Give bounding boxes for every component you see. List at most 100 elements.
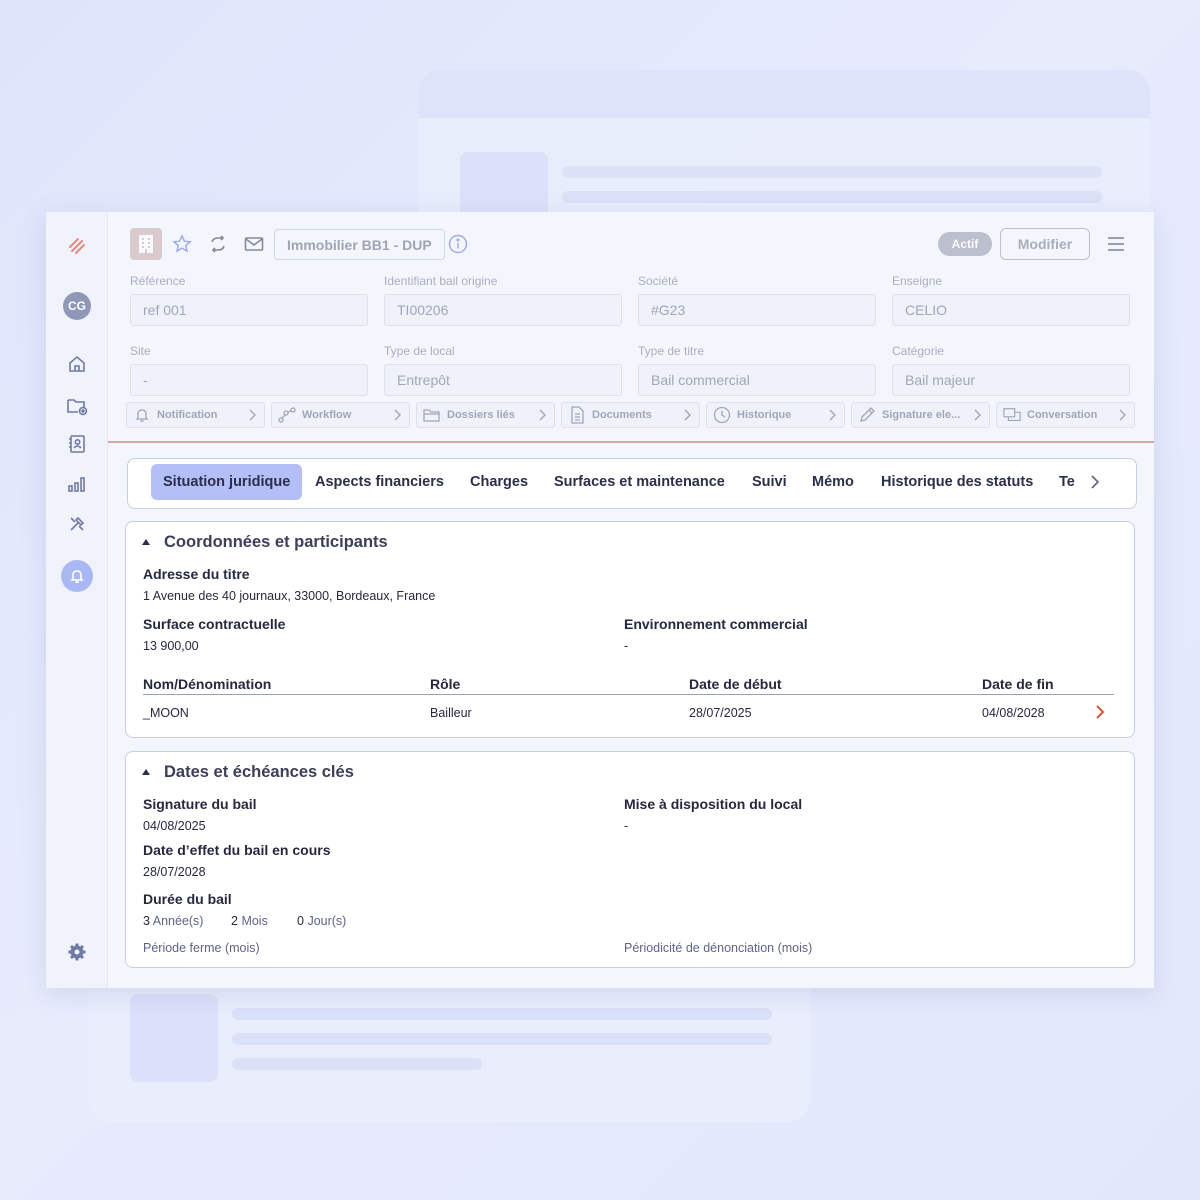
document-icon (568, 406, 586, 424)
dates-panel: Dates et échéances clés Signature du bai… (125, 751, 1135, 968)
record-title[interactable]: Immobilier BB1 - DUP (274, 229, 445, 260)
info-icon[interactable] (446, 232, 470, 256)
table-cell-name: _MOON (143, 706, 189, 720)
periodicite-label: Périodicité de dénonciation (mois) (624, 941, 813, 955)
effective-date-label: Date d’effet du bail en cours (143, 842, 331, 858)
chevron-right-icon (536, 409, 548, 421)
type-local-field[interactable]: Entrepôt (384, 364, 622, 396)
categorie-field[interactable]: Bail majeur (892, 364, 1130, 396)
duration-months: 2 Mois (231, 914, 268, 928)
star-icon[interactable] (170, 232, 194, 256)
column-header-role: Rôle (430, 676, 461, 692)
periode-ferme-label: Période ferme (mois) (143, 941, 260, 955)
field-label-type-local: Type de local (384, 344, 455, 358)
duration-years-unit: Année(s) (152, 914, 204, 928)
reference-field[interactable]: ref 001 (130, 294, 368, 326)
quick-link-documents[interactable]: Documents (561, 402, 700, 428)
duration-days-number: 0 (297, 914, 304, 928)
workflow-icon (278, 406, 296, 424)
type-titre-field[interactable]: Bail commercial (638, 364, 876, 396)
quick-link-notification[interactable]: Notification (126, 402, 265, 428)
building-icon (130, 228, 162, 260)
sync-icon[interactable] (206, 232, 230, 256)
placeholder-line (562, 166, 1102, 178)
field-label-site: Site (130, 344, 151, 358)
pen-icon (858, 406, 876, 424)
societe-field[interactable]: #G23 (638, 294, 876, 326)
notifications-button[interactable] (61, 560, 93, 592)
panel-title: Coordonnées et participants (164, 533, 388, 551)
tabs-scroll-right-button[interactable] (1084, 471, 1106, 493)
address-label: Adresse du titre (143, 566, 250, 582)
field-label-type-titre: Type de titre (638, 344, 705, 358)
chevron-right-icon (1116, 409, 1128, 421)
duration-days: 0 Jour(s) (297, 914, 346, 928)
table-cell-start-date: 28/07/2025 (689, 706, 752, 720)
clock-icon (713, 406, 731, 424)
quick-link-signature[interactable]: Signature ele... (851, 402, 990, 428)
environment-value: - (624, 639, 629, 653)
folder-add-icon[interactable] (65, 394, 89, 418)
home-icon[interactable] (65, 352, 89, 376)
mail-icon[interactable] (242, 232, 266, 256)
tab-surfaces-maintenance[interactable]: Surfaces et maintenance (554, 464, 725, 500)
site-field[interactable]: - (130, 364, 368, 396)
column-header-start-date: Date de début (689, 676, 782, 692)
tab-historique-statuts[interactable]: Historique des statuts (881, 464, 1033, 500)
duration-label: Durée du bail (143, 891, 232, 907)
chevron-right-icon (681, 409, 693, 421)
environment-label: Environnement commercial (624, 616, 808, 632)
tools-icon[interactable] (65, 512, 89, 536)
signature-value: 04/08/2025 (143, 819, 206, 833)
quick-link-conversation[interactable]: Conversation (996, 402, 1135, 428)
background-thumbnail (130, 994, 218, 1082)
app-logo-icon[interactable] (65, 234, 89, 258)
tab-charges[interactable]: Charges (470, 464, 528, 500)
duration-years-number: 3 (143, 914, 150, 928)
placeholder-line (232, 1008, 772, 1020)
tab-memo[interactable]: Mémo (812, 464, 854, 500)
background-card-bar (418, 70, 1150, 118)
quick-link-label: Documents (592, 409, 652, 421)
quick-link-label: Workflow (302, 409, 352, 421)
panel-title: Dates et échéances clés (164, 763, 354, 781)
quick-link-label: Historique (737, 409, 792, 421)
contacts-icon[interactable] (65, 432, 89, 456)
chevron-right-icon (1091, 475, 1100, 489)
collapse-triangle-icon[interactable] (140, 536, 152, 548)
tab-bar: Situation juridique Aspects financiers C… (127, 458, 1137, 509)
tab-aspects-financiers[interactable]: Aspects financiers (315, 464, 444, 500)
chevron-right-icon (826, 409, 838, 421)
column-header-end-date: Date de fin (982, 676, 1054, 692)
identifiant-field[interactable]: TI00206 (384, 294, 622, 326)
folder-icon (423, 406, 441, 424)
quick-link-label: Signature ele... (882, 409, 961, 421)
avatar[interactable]: CG (63, 292, 91, 320)
tab-situation-juridique[interactable]: Situation juridique (151, 464, 303, 500)
tab-suivi[interactable]: Suivi (752, 464, 787, 500)
sidebar: CG (46, 212, 108, 988)
mise-disposition-label: Mise à disposition du local (624, 796, 803, 812)
quick-link-historique[interactable]: Historique (706, 402, 845, 428)
duration-days-unit: Jour(s) (307, 914, 347, 928)
enseigne-field[interactable]: CELIO (892, 294, 1130, 326)
settings-icon[interactable] (65, 940, 89, 964)
quick-link-workflow[interactable]: Workflow (271, 402, 410, 428)
table-cell-role: Bailleur (430, 706, 472, 720)
hamburger-menu-icon[interactable] (1104, 232, 1128, 256)
chat-icon (1003, 406, 1021, 424)
quick-link-dossiers[interactable]: Dossiers liés (416, 402, 555, 428)
collapse-triangle-icon[interactable] (140, 766, 152, 778)
placeholder-line (232, 1033, 772, 1045)
surface-value: 13 900,00 (143, 639, 199, 653)
coordinates-panel: Coordonnées et participants Adresse du t… (125, 521, 1135, 738)
placeholder-line (562, 191, 1102, 203)
row-open-chevron-icon[interactable] (1092, 704, 1108, 720)
tab-truncated[interactable]: Te (1059, 464, 1075, 500)
column-header-name: Nom/Dénomination (143, 676, 272, 692)
status-badge: Actif (938, 232, 992, 256)
modify-button[interactable]: Modifier (1000, 228, 1090, 260)
avatar-initials: CG (68, 299, 86, 313)
signature-label: Signature du bail (143, 796, 257, 812)
chart-icon[interactable] (65, 472, 89, 496)
